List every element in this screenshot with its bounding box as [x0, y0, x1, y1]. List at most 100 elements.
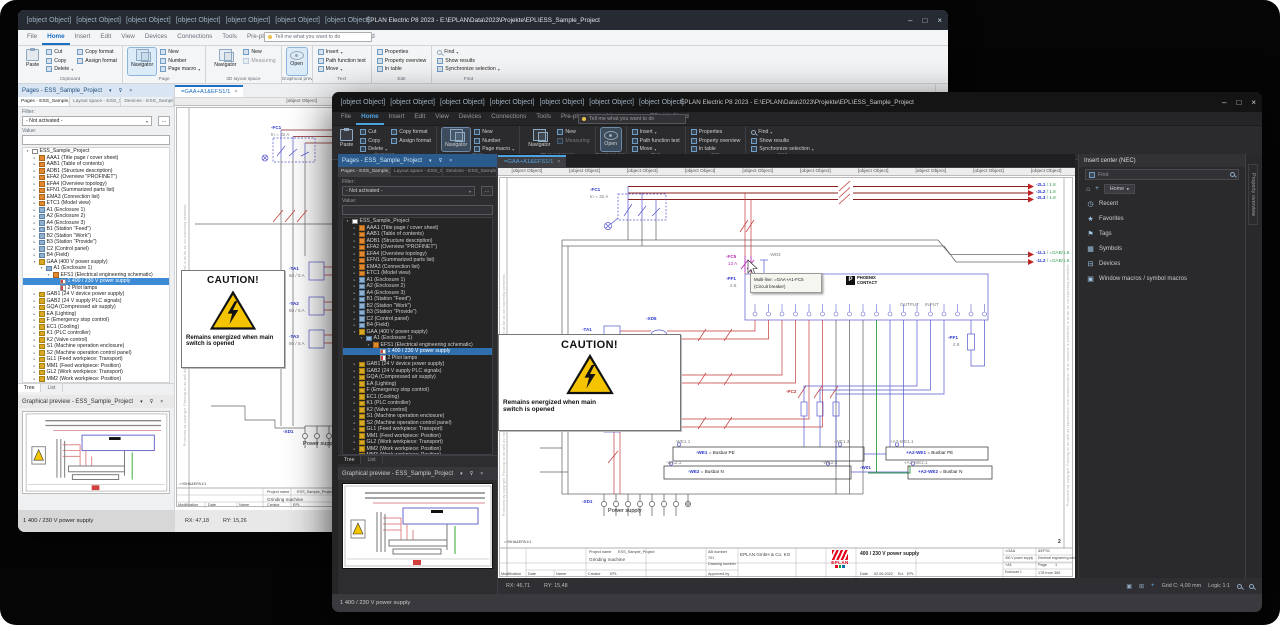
zoom-in-icon[interactable] — [1237, 584, 1242, 589]
expander-icon[interactable]: ▾ — [32, 260, 37, 264]
page-macro-button[interactable]: Page macro▾ — [160, 66, 200, 72]
expander-icon[interactable]: ▾ — [39, 266, 44, 270]
value-input[interactable] — [22, 135, 170, 145]
expander-icon[interactable]: ▸ — [32, 364, 37, 368]
expander-icon[interactable]: ▸ — [32, 240, 37, 244]
ribbon-tab[interactable]: Insert — [384, 111, 410, 125]
expander-icon[interactable]: ▸ — [352, 323, 357, 327]
expander-icon[interactable]: ▸ — [32, 318, 37, 322]
page-navigator-button[interactable]: Navigator — [442, 128, 470, 151]
delete-button[interactable]: Delete▾ — [46, 66, 73, 72]
expander-icon[interactable]: ▸ — [352, 278, 357, 282]
value-input[interactable] — [342, 205, 493, 215]
synchronize-selection-button[interactable]: Synchronize selection▾ — [751, 146, 813, 152]
maximize-button[interactable]: □ — [922, 16, 927, 25]
insert-center-item[interactable]: ▦ Symbols — [1079, 241, 1245, 256]
pin-icon[interactable]: ⊽ — [439, 158, 443, 164]
quick-access-icon[interactable]: [object Object] — [275, 17, 320, 24]
status-grid[interactable]: Grid C: 4,00 mm — [1162, 583, 1202, 589]
document-tab[interactable]: =GAA+A1&EFS1/1× — [498, 155, 566, 167]
ribbon-tab[interactable]: View — [116, 31, 140, 45]
open-preview-button[interactable]: Open — [601, 128, 621, 151]
expander-icon[interactable]: ▸ — [352, 388, 357, 392]
expander-icon[interactable]: ▸ — [32, 299, 37, 303]
expander-icon[interactable]: ▸ — [352, 395, 357, 399]
expander-icon[interactable]: ▸ — [32, 234, 37, 238]
ribbon-tab[interactable]: Edit — [409, 111, 430, 125]
quick-access-icon[interactable]: [object Object] — [440, 99, 485, 106]
expander-icon[interactable]: ▾ — [352, 330, 357, 334]
pages-panel-header[interactable]: Pages - ESS_Sample_Project▾⊽× — [338, 154, 497, 167]
dock-tab[interactable]: Layout space - ESS_Sa... — [391, 167, 443, 176]
expander-icon[interactable]: ▸ — [352, 427, 357, 431]
expander-icon[interactable]: ▸ — [32, 325, 37, 329]
filter-more-button[interactable]: ... — [481, 186, 493, 196]
insert-center-item[interactable]: ◷ Recent — [1079, 196, 1245, 211]
cut-button[interactable]: Cut — [46, 49, 73, 55]
ribbon-tab[interactable]: Connections — [486, 111, 531, 125]
ribbon-tab[interactable]: Devices — [140, 31, 172, 45]
expander-icon[interactable]: ▸ — [32, 357, 37, 361]
close-icon[interactable]: × — [480, 471, 483, 477]
grid-icon[interactable]: ⊞ — [1139, 583, 1144, 590]
page-new-button[interactable]: New — [160, 49, 200, 55]
expander-icon[interactable]: ▸ — [32, 292, 37, 296]
expander-icon[interactable]: ▸ — [352, 291, 357, 295]
dock-tab[interactable]: Pages - ESS_Sample_P... — [18, 97, 70, 106]
expander-icon[interactable]: ▸ — [32, 370, 37, 374]
dock-tab[interactable]: Devices - ESS_Sample_... — [121, 97, 174, 106]
quick-access-icon[interactable]: [object Object] — [589, 99, 634, 106]
properties-button[interactable]: Properties — [691, 129, 741, 135]
close-icon[interactable]: × — [234, 89, 237, 95]
expander-icon[interactable]: ▸ — [352, 232, 357, 236]
expander-icon[interactable]: ▸ — [32, 227, 37, 231]
insert-center-header[interactable]: Insert center (NEC) — [1079, 154, 1245, 167]
quick-access-icon[interactable]: [object Object] — [341, 99, 386, 106]
expander-icon[interactable]: ▸ — [352, 310, 357, 314]
tell-me-search[interactable]: Tell me what you want to do — [264, 32, 372, 42]
expander-icon[interactable]: ▾ — [345, 219, 350, 223]
expander-icon[interactable]: ▾ — [366, 343, 371, 347]
expander-icon[interactable]: ▾ — [25, 149, 30, 153]
filter-more-button[interactable]: ... — [158, 116, 170, 126]
expander-icon[interactable]: ▸ — [352, 239, 357, 243]
expander-icon[interactable]: ▸ — [32, 312, 37, 316]
quick-access-icon[interactable]: [object Object] — [540, 99, 585, 106]
expander-icon[interactable]: ▸ — [352, 245, 357, 249]
properties-button[interactable]: Properties — [377, 49, 427, 55]
status-logic[interactable]: Logic 1:1 — [1208, 583, 1230, 589]
pin-icon[interactable]: ⊽ — [119, 88, 123, 94]
expander-icon[interactable]: ▸ — [32, 195, 37, 199]
minimize-button[interactable]: – — [908, 16, 912, 25]
in-table-button[interactable]: In table — [691, 146, 741, 152]
panel-menu-icon[interactable]: ▾ — [460, 471, 463, 477]
ribbon-tab[interactable]: Home — [356, 111, 384, 125]
insert-center-find-input[interactable]: Find — [1085, 169, 1239, 180]
quick-access-icon[interactable]: [object Object] — [490, 99, 535, 106]
move-button[interactable]: Move▾ — [318, 66, 366, 72]
expander-icon[interactable]: ▸ — [32, 351, 37, 355]
path-function-text-button[interactable]: Path function text — [318, 58, 366, 64]
ribbon-tab[interactable]: File — [336, 111, 356, 125]
expander-icon[interactable]: ▸ — [32, 253, 37, 257]
expander-icon[interactable]: ▸ — [32, 247, 37, 251]
document-tab[interactable]: =GAA+A1&EFS1/1× — [175, 85, 243, 97]
expander-icon[interactable]: ▸ — [352, 317, 357, 321]
panel-menu-icon[interactable]: ▾ — [109, 88, 112, 94]
ribbon-tab[interactable]: Devices — [454, 111, 486, 125]
insert-center-item[interactable]: ★ Favorites — [1079, 211, 1245, 226]
synchronize-selection-button[interactable]: Synchronize selection▾ — [437, 66, 499, 72]
pin-icon[interactable]: ⊽ — [470, 471, 474, 477]
preview-panel-header[interactable]: Graphical preview - ESS_Sample_Project▾⊽… — [338, 467, 497, 480]
graphical-preview-thumbnail[interactable] — [342, 483, 493, 569]
ribbon-tab[interactable]: Tools — [531, 111, 556, 125]
view-tab[interactable]: List — [361, 456, 382, 464]
maximize-button[interactable]: □ — [1236, 98, 1241, 107]
insert-center-item[interactable]: ⚑ Tags — [1079, 226, 1245, 241]
expander-icon[interactable]: ▾ — [46, 273, 51, 277]
property-overview-button[interactable]: Property overview — [691, 138, 741, 144]
move-button[interactable]: Move▾ — [632, 146, 680, 152]
dock-tab[interactable]: Layout space - ESS_Sa... — [70, 97, 121, 106]
expander-icon[interactable]: ▸ — [352, 362, 357, 366]
expander-icon[interactable]: ▸ — [352, 440, 357, 444]
